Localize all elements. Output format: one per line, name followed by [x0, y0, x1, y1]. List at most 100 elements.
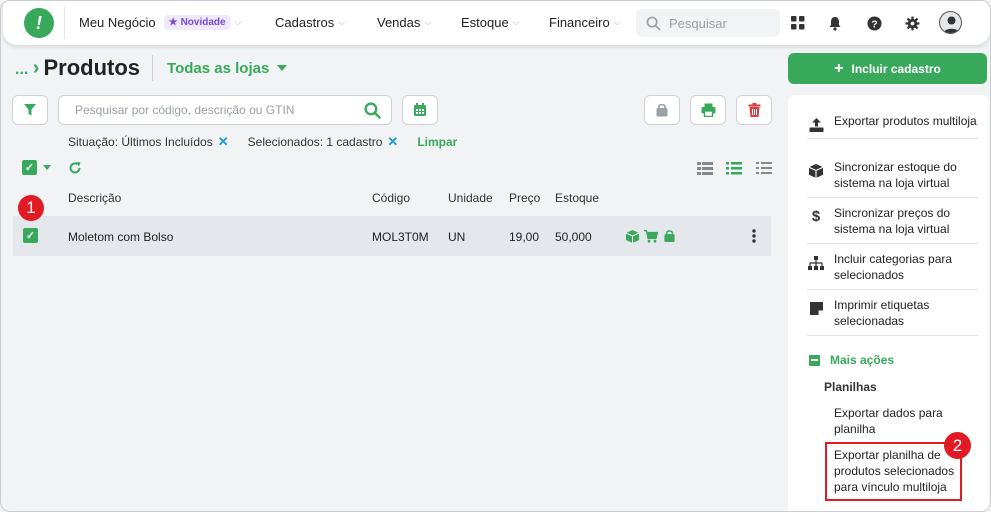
store-select-label: Todas as lojas: [167, 59, 270, 77]
action-sync-stock[interactable]: Sincronizar estoque do sistema na loja v…: [807, 159, 978, 198]
action-print-labels[interactable]: Imprimir etiquetas selecionadas: [807, 297, 978, 336]
row-checkbox[interactable]: ✓: [23, 228, 38, 243]
novidade-badge: ★ Novidade: [163, 15, 231, 30]
label-icon: [807, 302, 825, 315]
nav-label: Vendas: [377, 15, 421, 30]
printer-icon: [701, 103, 715, 117]
bell-icon[interactable]: [826, 14, 844, 32]
search-icon: [646, 16, 661, 30]
column-header-descricao[interactable]: Descrição: [68, 191, 121, 205]
filter-selecionados: Selecionados: 1 cadastro: [247, 135, 383, 149]
badge-label: Novidade: [180, 17, 226, 28]
column-header-codigo[interactable]: Código: [372, 191, 410, 205]
action-export-multiloja[interactable]: Exportar produtos multiloja: [807, 113, 978, 139]
bag-button[interactable]: [644, 95, 680, 125]
cell-descricao[interactable]: Moletom com Bolso: [68, 230, 173, 244]
global-search[interactable]: Pesquisar: [636, 9, 780, 37]
add-record-button[interactable]: + Incluir cadastro: [788, 53, 987, 84]
apps-icon[interactable]: [789, 14, 807, 32]
export-icon: [807, 118, 825, 132]
clear-filters-link[interactable]: Limpar: [417, 135, 457, 149]
action-sync-prices[interactable]: $ Sincronizar preços do sistema na loja …: [807, 205, 978, 244]
chevron-down-icon: ⌵: [613, 17, 621, 27]
search-placeholder: Pesquisar: [669, 15, 727, 31]
plus-icon: +: [834, 59, 844, 77]
action-export-spreadsheet[interactable]: Exportar dados para planilha: [834, 405, 964, 437]
chevron-right-icon: ›: [32, 56, 40, 79]
star-icon: ★: [168, 17, 178, 28]
action-label: Incluir categorias para selecionados: [834, 252, 953, 282]
nav-financeiro[interactable]: Financeiro ⌵: [549, 15, 621, 30]
action-label: Exportar produtos multiloja: [834, 114, 977, 128]
section-heading-planilhas: Planilhas: [824, 380, 877, 394]
cart-icon: [644, 230, 658, 243]
close-icon[interactable]: ✕: [387, 134, 398, 150]
list-view-icon[interactable]: [726, 162, 742, 175]
avatar[interactable]: [939, 11, 962, 34]
calendar-icon: [414, 103, 426, 116]
refresh-icon[interactable]: [68, 161, 82, 175]
nav-label: Cadastros: [275, 15, 335, 30]
column-header-estoque[interactable]: Estoque: [555, 191, 599, 205]
shopping-bag-icon: [656, 103, 668, 117]
highlight-box: [825, 442, 962, 501]
active-filters: Situação: Últimos Incluídos ✕ Selecionad…: [68, 134, 457, 150]
funnel-icon: [24, 104, 36, 116]
breadcrumb-ellipsis: ...: [15, 60, 29, 78]
nav-label: Meu Negócio: [79, 15, 156, 30]
add-record-label: Incluir cadastro: [851, 61, 941, 76]
cell-preco: 19,00: [509, 230, 540, 244]
page-title: Produtos: [43, 55, 141, 80]
search-placeholder: Pesquisar por código, descrição ou GTIN: [75, 103, 295, 117]
store-select[interactable]: Todas as lojas: [167, 59, 288, 77]
shopping-bag-icon: [664, 230, 675, 243]
action-label: Sincronizar preços do sistema na loja vi…: [834, 206, 951, 236]
cube-icon: [626, 230, 639, 243]
delete-button[interactable]: [736, 95, 772, 125]
sitemap-icon: [807, 256, 825, 270]
action-include-categories[interactable]: Incluir categorias para selecionados: [807, 251, 978, 290]
column-header-preco[interactable]: Preço: [509, 191, 540, 205]
chevron-down-icon: ⌵: [424, 17, 432, 27]
print-button[interactable]: [690, 95, 726, 125]
nav-meu-negocio[interactable]: Meu Negócio ★ Novidade ⌵: [79, 15, 241, 30]
action-label: Sincronizar estoque do sistema na loja v…: [834, 160, 957, 190]
breadcrumb[interactable]: ... ›: [15, 57, 39, 80]
chevron-down-icon: ⌵: [512, 17, 520, 27]
title-divider: [152, 55, 154, 81]
close-icon[interactable]: ✕: [218, 134, 229, 150]
date-filter-button[interactable]: [402, 95, 438, 125]
trash-icon: [748, 103, 760, 117]
app-logo[interactable]: !: [24, 8, 54, 38]
page-header: ... › Produtos Todas as lojas: [15, 55, 288, 81]
filter-situacao: Situação: Últimos Incluídos: [68, 135, 213, 149]
caret-down-icon: [43, 165, 51, 170]
cell-codigo: MOL3T0M: [372, 230, 429, 244]
search-icon[interactable]: [364, 102, 381, 119]
product-search-input[interactable]: Pesquisar por código, descrição ou GTIN: [58, 95, 392, 125]
cell-unidade: UN: [448, 230, 466, 244]
app-frame: ! Meu Negócio ★ Novidade ⌵ Cadastros ⌵ V…: [0, 0, 991, 512]
top-navbar: ! Meu Negócio ★ Novidade ⌵ Cadastros ⌵ V…: [3, 1, 990, 45]
collapse-icon: [809, 354, 820, 366]
column-header-unidade[interactable]: Unidade: [448, 191, 493, 205]
more-options-icon[interactable]: [752, 229, 756, 243]
nav-label: Financeiro: [549, 15, 610, 30]
select-all-checkbox[interactable]: ✓: [22, 160, 51, 175]
box-icon: [807, 164, 825, 178]
dollar-icon: $: [811, 208, 821, 225]
step-marker-1: 1: [18, 195, 44, 221]
detail-view-icon[interactable]: [756, 162, 772, 175]
nav-divider: [64, 7, 65, 39]
gear-icon[interactable]: [903, 14, 921, 32]
nav-estoque[interactable]: Estoque ⌵: [461, 15, 520, 30]
filter-button[interactable]: [12, 95, 48, 125]
help-icon[interactable]: ?: [865, 14, 883, 32]
more-actions-toggle[interactable]: Mais ações: [809, 353, 894, 367]
action-label: Imprimir etiquetas selecionadas: [834, 298, 930, 328]
nav-vendas[interactable]: Vendas ⌵: [377, 15, 431, 30]
cell-estoque: 50,000: [555, 230, 592, 244]
nav-cadastros[interactable]: Cadastros ⌵: [275, 15, 345, 30]
chevron-down-icon: ⌵: [338, 17, 346, 27]
compact-list-view-icon[interactable]: [697, 162, 713, 175]
